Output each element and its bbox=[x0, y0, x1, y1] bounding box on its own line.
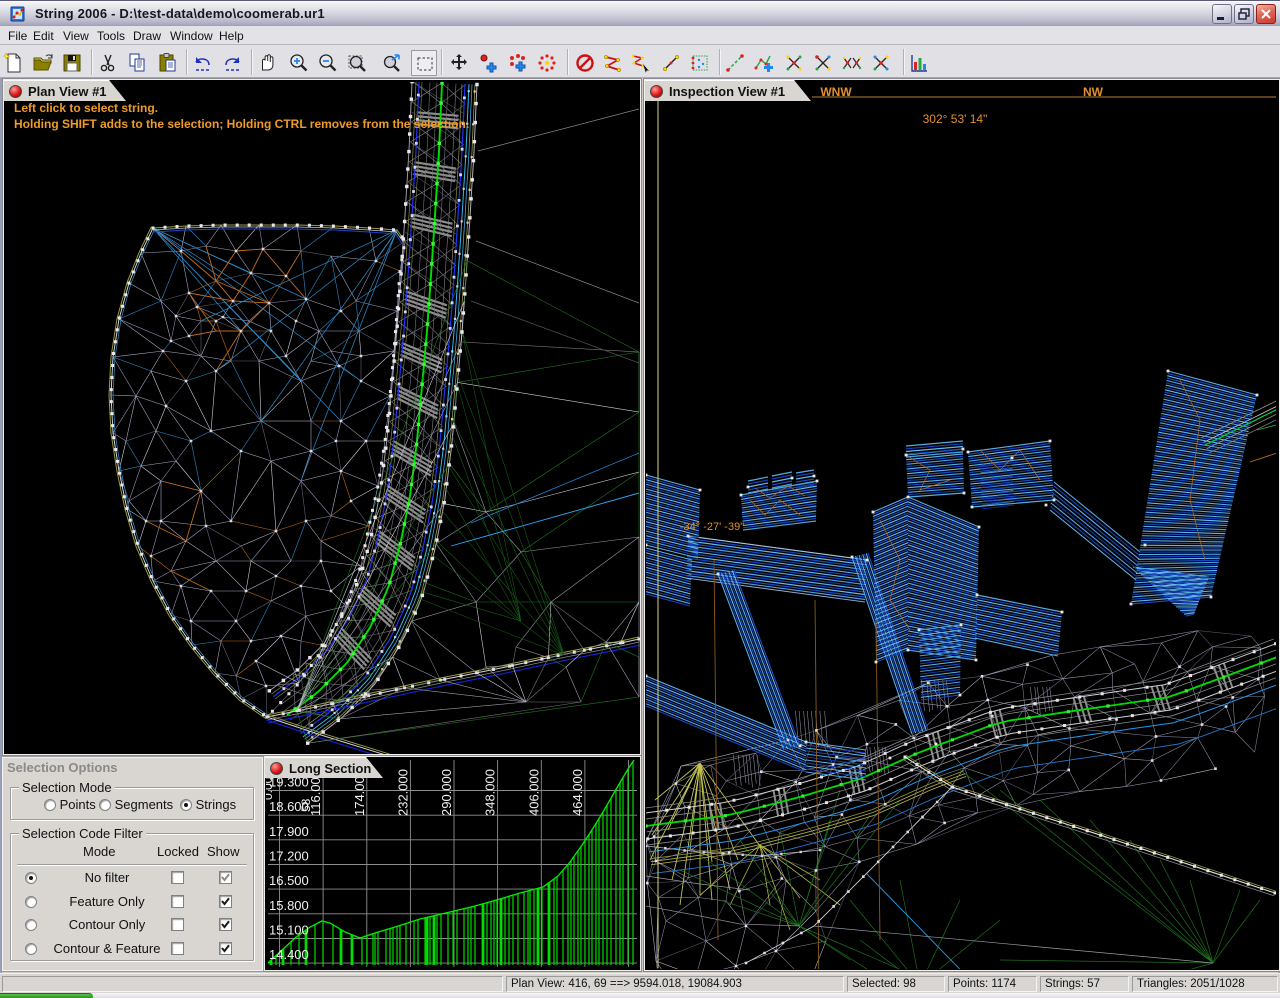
svg-text:NW: NW bbox=[1083, 85, 1104, 99]
svg-text:464.000: 464.000 bbox=[570, 769, 585, 816]
svg-text:0.00: 0.00 bbox=[266, 776, 275, 800]
svg-text:290.000: 290.000 bbox=[439, 769, 454, 816]
svg-text:406.000: 406.000 bbox=[526, 769, 541, 816]
svg-text:Left click to select string.: Left click to select string. bbox=[14, 101, 158, 115]
svg-text:15.800: 15.800 bbox=[269, 898, 309, 913]
svg-text:17.900: 17.900 bbox=[269, 824, 309, 839]
svg-text:232.000: 232.000 bbox=[395, 769, 410, 816]
svg-text:17.200: 17.200 bbox=[269, 849, 309, 864]
svg-text:348.000: 348.000 bbox=[483, 769, 498, 816]
svg-text:15.100: 15.100 bbox=[269, 923, 309, 938]
svg-text:302° 53' 14": 302° 53' 14" bbox=[923, 112, 988, 126]
svg-text:Holding SHIFT adds to the sele: Holding SHIFT adds to the selection; Hol… bbox=[14, 117, 469, 131]
svg-text:14.400: 14.400 bbox=[269, 947, 309, 962]
svg-text:16.500: 16.500 bbox=[269, 873, 309, 888]
svg-text:58: 58 bbox=[299, 798, 313, 812]
svg-text:WNW: WNW bbox=[820, 85, 852, 99]
svg-text:-34° -27' -39": -34° -27' -39" bbox=[680, 521, 744, 533]
